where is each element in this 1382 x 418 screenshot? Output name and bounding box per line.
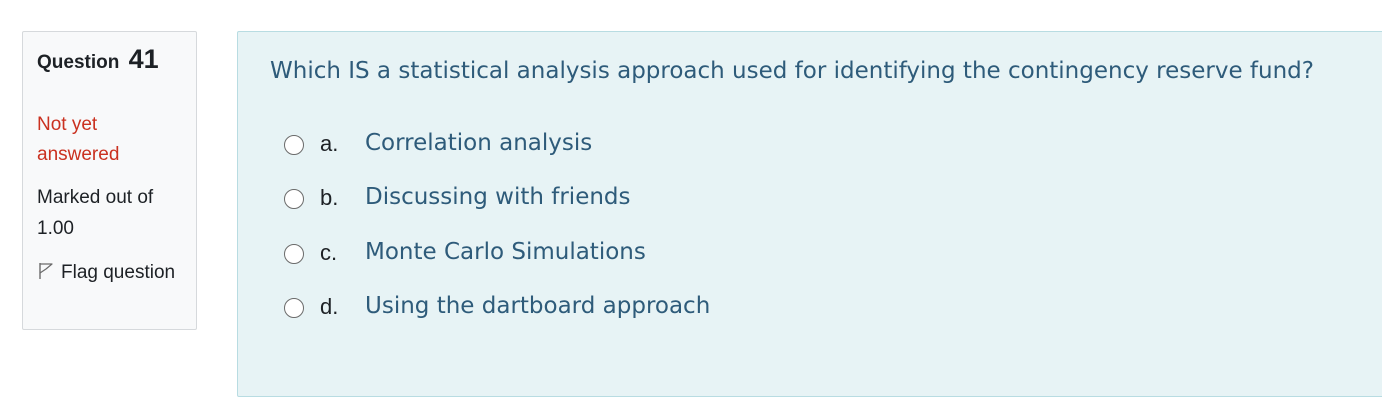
answer-letter-a: a.: [320, 131, 339, 156]
question-grade: Marked out of 1.00: [37, 187, 154, 239]
question-info-panel: Question 41 Not yet answered Marked out …: [22, 31, 197, 330]
radio-button-b[interactable]: [284, 189, 304, 209]
flag-question-label: Flag question: [61, 262, 176, 283]
answer-option-a[interactable]: a. Correlation analysis: [284, 130, 884, 160]
question-number: 41: [128, 44, 159, 74]
question-text: Which IS a statistical analysis approach…: [270, 58, 1314, 84]
question-word: Question: [37, 52, 120, 73]
answer-label-c[interactable]: Monte Carlo Simulations: [365, 239, 646, 265]
answer-label-b[interactable]: Discussing with friends: [365, 184, 631, 210]
answer-letter-c: c.: [320, 240, 338, 265]
flag-icon: [37, 260, 55, 279]
answer-letter-d: d.: [320, 294, 339, 319]
answer-option-d[interactable]: d. Using the dartboard approach: [284, 293, 884, 323]
question-number-heading: Question 41: [37, 44, 159, 75]
question-state: Not yet answered: [37, 114, 120, 165]
answer-option-b[interactable]: b. Discussing with friends: [284, 184, 884, 214]
radio-button-c[interactable]: [284, 244, 304, 264]
question-formulation: Which IS a statistical analysis approach…: [237, 31, 1382, 397]
radio-button-d[interactable]: [284, 298, 304, 318]
radio-button-a[interactable]: [284, 135, 304, 155]
flag-question-link[interactable]: Flag question: [37, 258, 182, 288]
answer-label-a[interactable]: Correlation analysis: [365, 130, 592, 156]
answer-option-c[interactable]: c. Monte Carlo Simulations: [284, 239, 884, 269]
answer-label-d[interactable]: Using the dartboard approach: [365, 293, 710, 319]
answer-letter-b: b.: [320, 185, 339, 210]
